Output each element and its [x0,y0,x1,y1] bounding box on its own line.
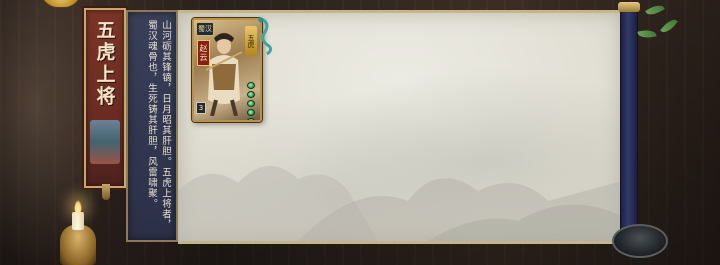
hero-card[interactable]: 蜀汉 赵云 五虎 3 [192,18,262,122]
dragon-ornament-icon [258,16,273,56]
hero-level: 3 [196,102,206,114]
hero-hp [247,82,257,120]
health-pip-icon [247,91,255,98]
roller-cap-top [618,2,640,12]
hero-name: 赵云 [197,40,210,66]
candle-icon [72,212,84,230]
banner-tassel [102,184,110,200]
health-pip-icon [247,82,255,89]
health-pip-icon [247,100,255,107]
banner-landscape-art [90,120,120,164]
description-text: 山河砺其锋镝，日月昭其肝胆。五虎上将者，蜀汉魂骨也，生死铸其肝胆，风雷啸聚。 [146,20,171,230]
inkstone-icon [612,224,668,258]
title-banner: 五虎上将 [84,8,126,200]
candle-flame [74,200,82,213]
ink-mountains-art [178,165,622,241]
faction-icon: 蜀汉 [196,22,214,36]
health-pip-icon [247,109,255,116]
scroll-roller [620,6,638,238]
health-pip-icon [247,118,255,120]
banner-title: 五虎上将 [93,20,116,108]
candle-holder [60,225,96,265]
description-panel: 山河砺其锋镝，日月昭其肝胆。五虎上将者，蜀汉魂骨也，生死铸其肝胆，风雷啸聚。 [126,10,178,242]
